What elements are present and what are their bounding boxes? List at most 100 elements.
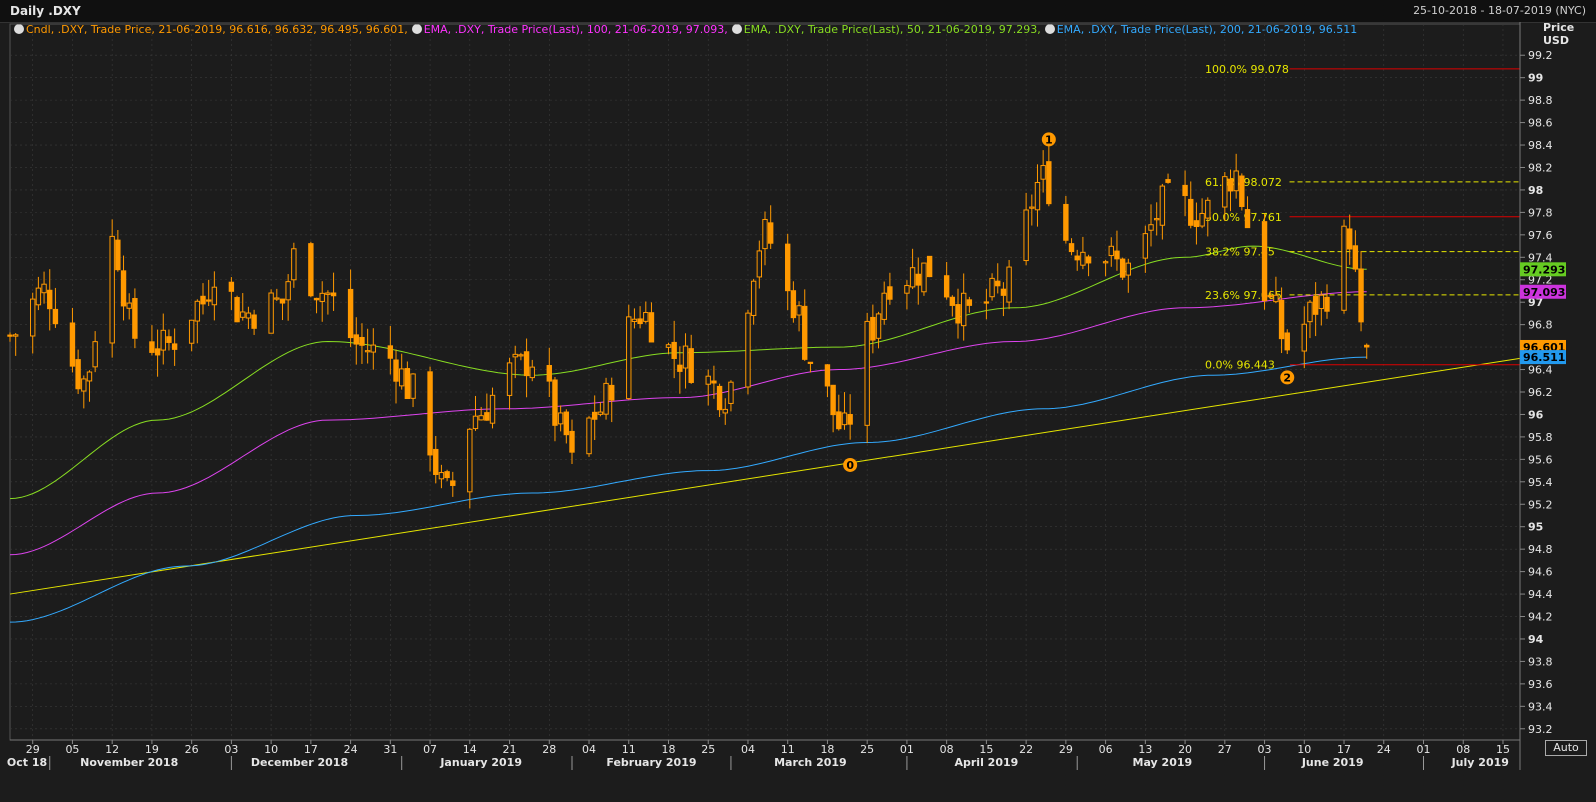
x-tick-label: 07 <box>423 743 437 756</box>
month-label: May 2019 <box>1133 756 1193 769</box>
candle-body <box>552 379 558 426</box>
candle-body <box>870 316 876 341</box>
candle-body <box>1205 199 1211 219</box>
candle-body <box>728 381 734 404</box>
x-tick-label: 03 <box>1258 743 1272 756</box>
candle-body <box>943 275 950 298</box>
candle-body <box>609 384 615 401</box>
candle-body <box>279 298 286 304</box>
candle-body <box>291 248 297 281</box>
candle-body <box>240 311 246 318</box>
candle-body <box>109 235 115 344</box>
candle-body <box>1153 218 1160 221</box>
fib-label: 50.0% 97.761 <box>1205 211 1282 224</box>
candle-body <box>41 283 47 294</box>
candle-body <box>1040 165 1046 180</box>
candle-body <box>966 299 973 306</box>
candle-body <box>949 296 956 306</box>
price-tag-label: 97.093 <box>1523 286 1565 299</box>
candle-body <box>603 382 609 415</box>
x-tick-label: 27 <box>1218 743 1232 756</box>
candle-body <box>359 336 365 346</box>
candle-body <box>30 298 36 337</box>
candle-body <box>268 292 274 334</box>
y-tick-label: 94 <box>1528 633 1544 646</box>
candle-body <box>126 302 132 309</box>
candle-body <box>1159 185 1166 226</box>
candle-body <box>841 412 848 426</box>
y-tick-label: 99.2 <box>1528 49 1553 62</box>
y-tick-label: 93.8 <box>1528 655 1553 668</box>
x-tick-label: 17 <box>1337 743 1351 756</box>
candle-body <box>648 312 655 343</box>
candle-body <box>1284 332 1290 351</box>
candle-body <box>313 297 320 301</box>
candle-body <box>489 394 496 424</box>
candle-body <box>1085 256 1092 264</box>
candle-body <box>790 290 797 319</box>
candle-body <box>211 286 218 306</box>
candle-body <box>830 384 836 416</box>
x-tick-label: 01 <box>1416 743 1430 756</box>
y-tick-label: 98 <box>1528 184 1543 197</box>
candle-body <box>546 365 552 382</box>
candle-body <box>1108 245 1114 257</box>
candle-body <box>1267 295 1273 298</box>
x-tick-label: 06 <box>1099 743 1113 756</box>
month-label: February 2019 <box>606 756 696 769</box>
candle-body <box>308 243 314 297</box>
chart-window: Daily .DXY 25-10-2018 - 18-07-2019 (NYC)… <box>0 0 1596 802</box>
candle-body <box>1125 262 1132 276</box>
candle-body <box>467 428 473 493</box>
fib-label: 100.0% 99.078 <box>1205 63 1289 76</box>
candle-body <box>586 417 592 455</box>
candle-body <box>802 305 808 360</box>
candle-body <box>1046 161 1052 205</box>
candle-body <box>824 364 831 387</box>
x-tick-label: 18 <box>661 743 675 756</box>
candle-body <box>1278 299 1285 340</box>
candle-body <box>563 411 570 436</box>
candle-body <box>785 243 791 292</box>
x-tick-label: 29 <box>26 743 40 756</box>
price-chart[interactable]: 100.0% 99.07861.8% 98.07250.0% 97.76138.… <box>0 0 1596 802</box>
candle-body <box>1029 206 1035 209</box>
candle-body <box>12 334 19 337</box>
candle-body <box>665 344 672 348</box>
x-tick-label: 20 <box>1178 743 1192 756</box>
candle-body <box>705 375 711 385</box>
candle-body <box>410 373 416 399</box>
candle-body <box>484 412 490 421</box>
candle-body <box>1188 198 1194 226</box>
candle-body <box>626 316 632 400</box>
candle-body <box>1318 294 1325 310</box>
candle-body <box>160 329 166 351</box>
candle-body <box>887 286 893 300</box>
wave-marker-label: 0 <box>846 459 854 472</box>
x-tick-label: 28 <box>542 743 556 756</box>
candle-body <box>228 281 235 292</box>
y-tick-label: 97.6 <box>1528 229 1553 242</box>
x-tick-label: 22 <box>1019 743 1033 756</box>
candle-body <box>1227 178 1234 192</box>
candle-body <box>750 280 757 316</box>
candle-body <box>1000 288 1007 296</box>
candle-body <box>1080 251 1086 266</box>
x-tick-label: 10 <box>1297 743 1311 756</box>
x-tick-label: 03 <box>224 743 238 756</box>
x-tick-label: 25 <box>860 743 874 756</box>
y-tick-label: 98.6 <box>1528 117 1553 130</box>
candle-body <box>404 368 411 400</box>
month-label: March 2019 <box>774 756 847 769</box>
x-tick-label: 15 <box>979 743 993 756</box>
candle-body <box>762 218 768 250</box>
x-tick-label: 01 <box>900 743 914 756</box>
candle-body <box>512 353 518 358</box>
candle-body <box>983 301 990 304</box>
x-tick-label: 18 <box>820 743 834 756</box>
candle-body <box>909 267 916 288</box>
candle-body <box>1312 295 1319 315</box>
candle-body <box>171 343 178 350</box>
candle-body <box>251 314 257 329</box>
auto-scale-button[interactable]: Auto <box>1545 740 1587 756</box>
